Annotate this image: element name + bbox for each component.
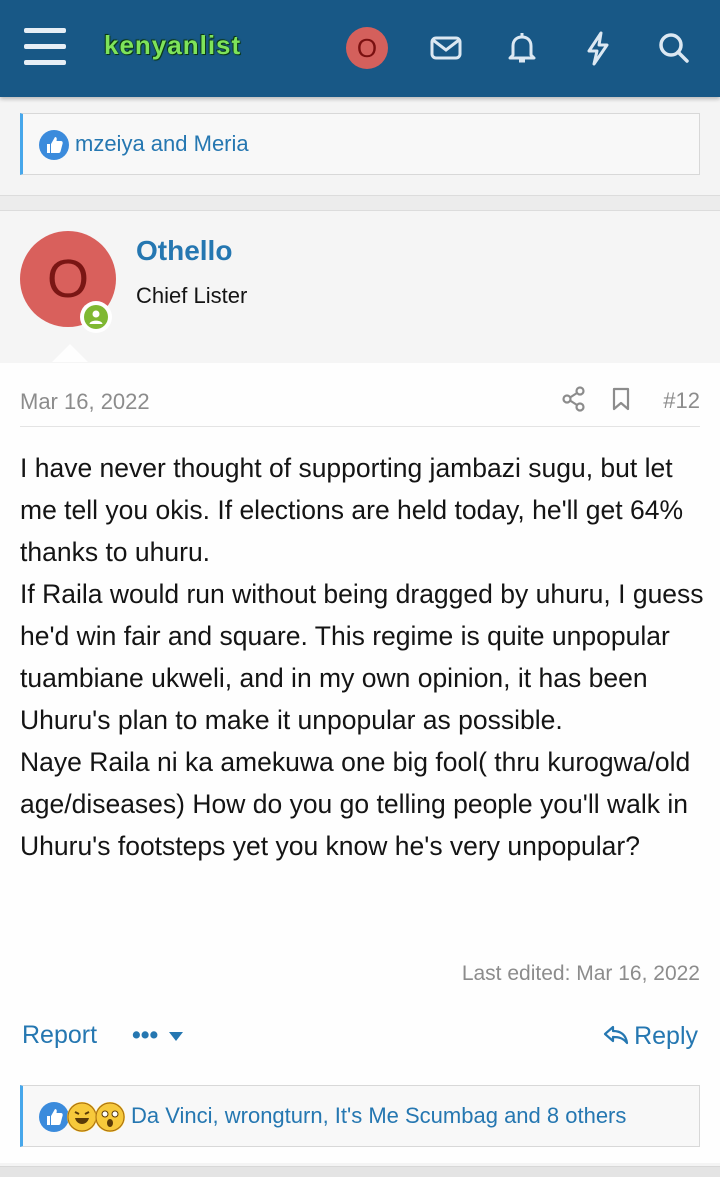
site-logo[interactable]: kenyanlist <box>104 30 241 61</box>
reactions-text[interactable]: Da Vinci, wrongturn, It's Me Scumbag and… <box>131 1103 626 1129</box>
post-body: Mar 16, 2022 #12 I have never thought of… <box>0 363 720 1163</box>
post-paragraph: If Raila would run without being dragged… <box>20 579 704 735</box>
chevron-down-icon <box>169 1031 184 1041</box>
reactions-text[interactable]: mzeiya and Meria <box>75 131 249 157</box>
post-paragraph: Naye Raila ni ka amekuwa one big fool( t… <box>20 747 691 861</box>
post-separator <box>0 1166 720 1177</box>
user-title: Chief Lister <box>136 283 248 308</box>
lightning-icon[interactable] <box>578 28 618 68</box>
reply-icon <box>603 1025 629 1045</box>
post-number[interactable]: #12 <box>663 388 700 414</box>
share-icon[interactable] <box>560 385 588 413</box>
laugh-reaction-icon <box>67 1102 97 1132</box>
like-reaction-icon <box>39 1102 69 1132</box>
like-reaction-icon <box>39 130 69 160</box>
more-dots-icon: ••• <box>132 1021 159 1049</box>
header-avatar[interactable]: O <box>346 27 388 69</box>
username[interactable]: Othello <box>136 235 232 267</box>
more-options-button[interactable]: ••• <box>132 1021 184 1050</box>
report-link[interactable]: Report <box>22 1021 97 1050</box>
bookmark-icon[interactable] <box>607 385 635 413</box>
reply-label: Reply <box>634 1022 698 1050</box>
bell-icon[interactable] <box>502 28 542 68</box>
post-message: I have never thought of supporting jamba… <box>20 447 710 867</box>
top-header: kenyanlist O <box>0 0 720 97</box>
post-separator <box>0 195 720 211</box>
reply-button[interactable]: Reply <box>602 1021 698 1051</box>
post-date[interactable]: Mar 16, 2022 <box>20 389 150 415</box>
search-icon[interactable] <box>654 28 694 68</box>
post-user-block: O Othello Chief Lister <box>0 211 720 364</box>
reactions-bar[interactable]: Da Vinci, wrongturn, It's Me Scumbag and… <box>20 1085 700 1147</box>
wow-reaction-icon <box>95 1102 125 1132</box>
reactions-bar[interactable]: mzeiya and Meria <box>20 113 700 175</box>
divider <box>20 426 700 427</box>
post-paragraph: I have never thought of supporting jamba… <box>20 453 684 567</box>
menu-icon[interactable] <box>24 28 66 66</box>
online-status-icon <box>80 301 112 333</box>
user-caret <box>52 344 88 362</box>
last-edited: Last edited: Mar 16, 2022 <box>461 962 700 985</box>
mail-icon[interactable] <box>426 28 466 68</box>
